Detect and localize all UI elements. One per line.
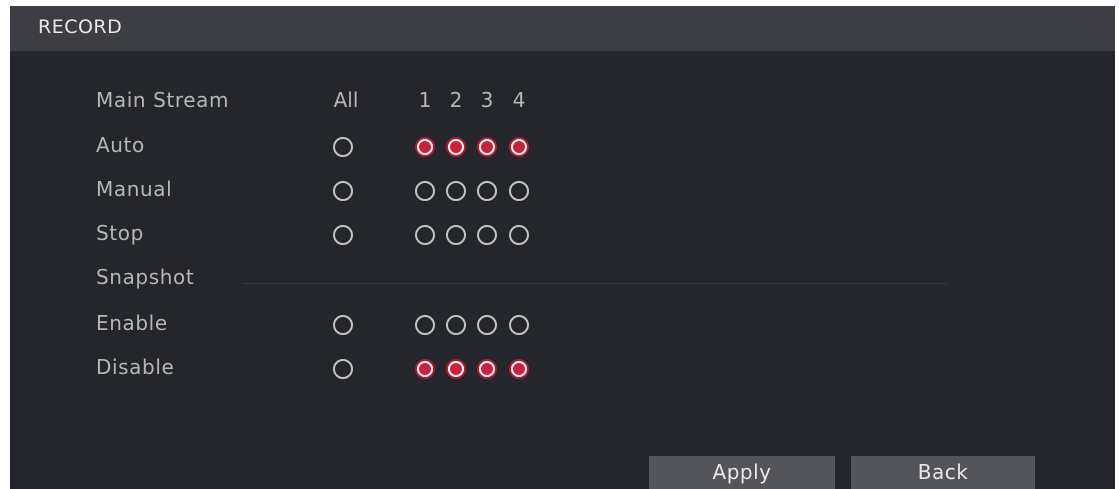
- auto-all-radio[interactable]: [333, 137, 353, 157]
- disable-channel-2-radio[interactable]: [446, 359, 466, 379]
- manual-channel-3-radio[interactable]: [477, 181, 497, 201]
- stop-channel-2-radio[interactable]: [446, 225, 466, 245]
- disable-label: Disable: [96, 355, 175, 379]
- stop-channel-4-radio[interactable]: [509, 225, 529, 245]
- enable-channel-3-radio[interactable]: [477, 315, 497, 335]
- stop-all-radio[interactable]: [333, 225, 353, 245]
- auto-channel-3-radio[interactable]: [477, 137, 497, 157]
- stop-channel-3-radio[interactable]: [477, 225, 497, 245]
- main-stream-label: Main Stream: [96, 88, 230, 112]
- disable-channel-1-radio[interactable]: [415, 359, 435, 379]
- dialog-title: RECORD: [38, 16, 123, 38]
- title-bar: RECORD: [10, 6, 1115, 51]
- manual-all-radio[interactable]: [333, 181, 353, 201]
- enable-channel-1-radio[interactable]: [415, 315, 435, 335]
- disable-channel-4-radio[interactable]: [509, 359, 529, 379]
- column-header-channel-4: 4: [512, 88, 526, 112]
- column-header-all: All: [333, 88, 359, 112]
- enable-all-radio[interactable]: [333, 315, 353, 335]
- disable-all-radio[interactable]: [333, 359, 353, 379]
- auto-channel-2-radio[interactable]: [446, 137, 466, 157]
- auto-label: Auto: [96, 133, 145, 157]
- stop-label: Stop: [96, 221, 144, 245]
- auto-channel-1-radio[interactable]: [415, 137, 435, 157]
- enable-label: Enable: [96, 311, 168, 335]
- snapshot-section-label: Snapshot: [96, 265, 195, 289]
- apply-button[interactable]: Apply: [649, 456, 835, 489]
- disable-channel-3-radio[interactable]: [477, 359, 497, 379]
- enable-channel-4-radio[interactable]: [509, 315, 529, 335]
- back-button[interactable]: Back: [851, 456, 1035, 489]
- record-dialog: RECORD Main Stream All 1 2 3 4 Auto Manu…: [10, 6, 1115, 489]
- manual-channel-2-radio[interactable]: [446, 181, 466, 201]
- stop-channel-1-radio[interactable]: [415, 225, 435, 245]
- manual-label: Manual: [96, 177, 173, 201]
- manual-channel-1-radio[interactable]: [415, 181, 435, 201]
- manual-channel-4-radio[interactable]: [509, 181, 529, 201]
- snapshot-divider: [242, 283, 948, 284]
- enable-channel-2-radio[interactable]: [446, 315, 466, 335]
- auto-channel-4-radio[interactable]: [509, 137, 529, 157]
